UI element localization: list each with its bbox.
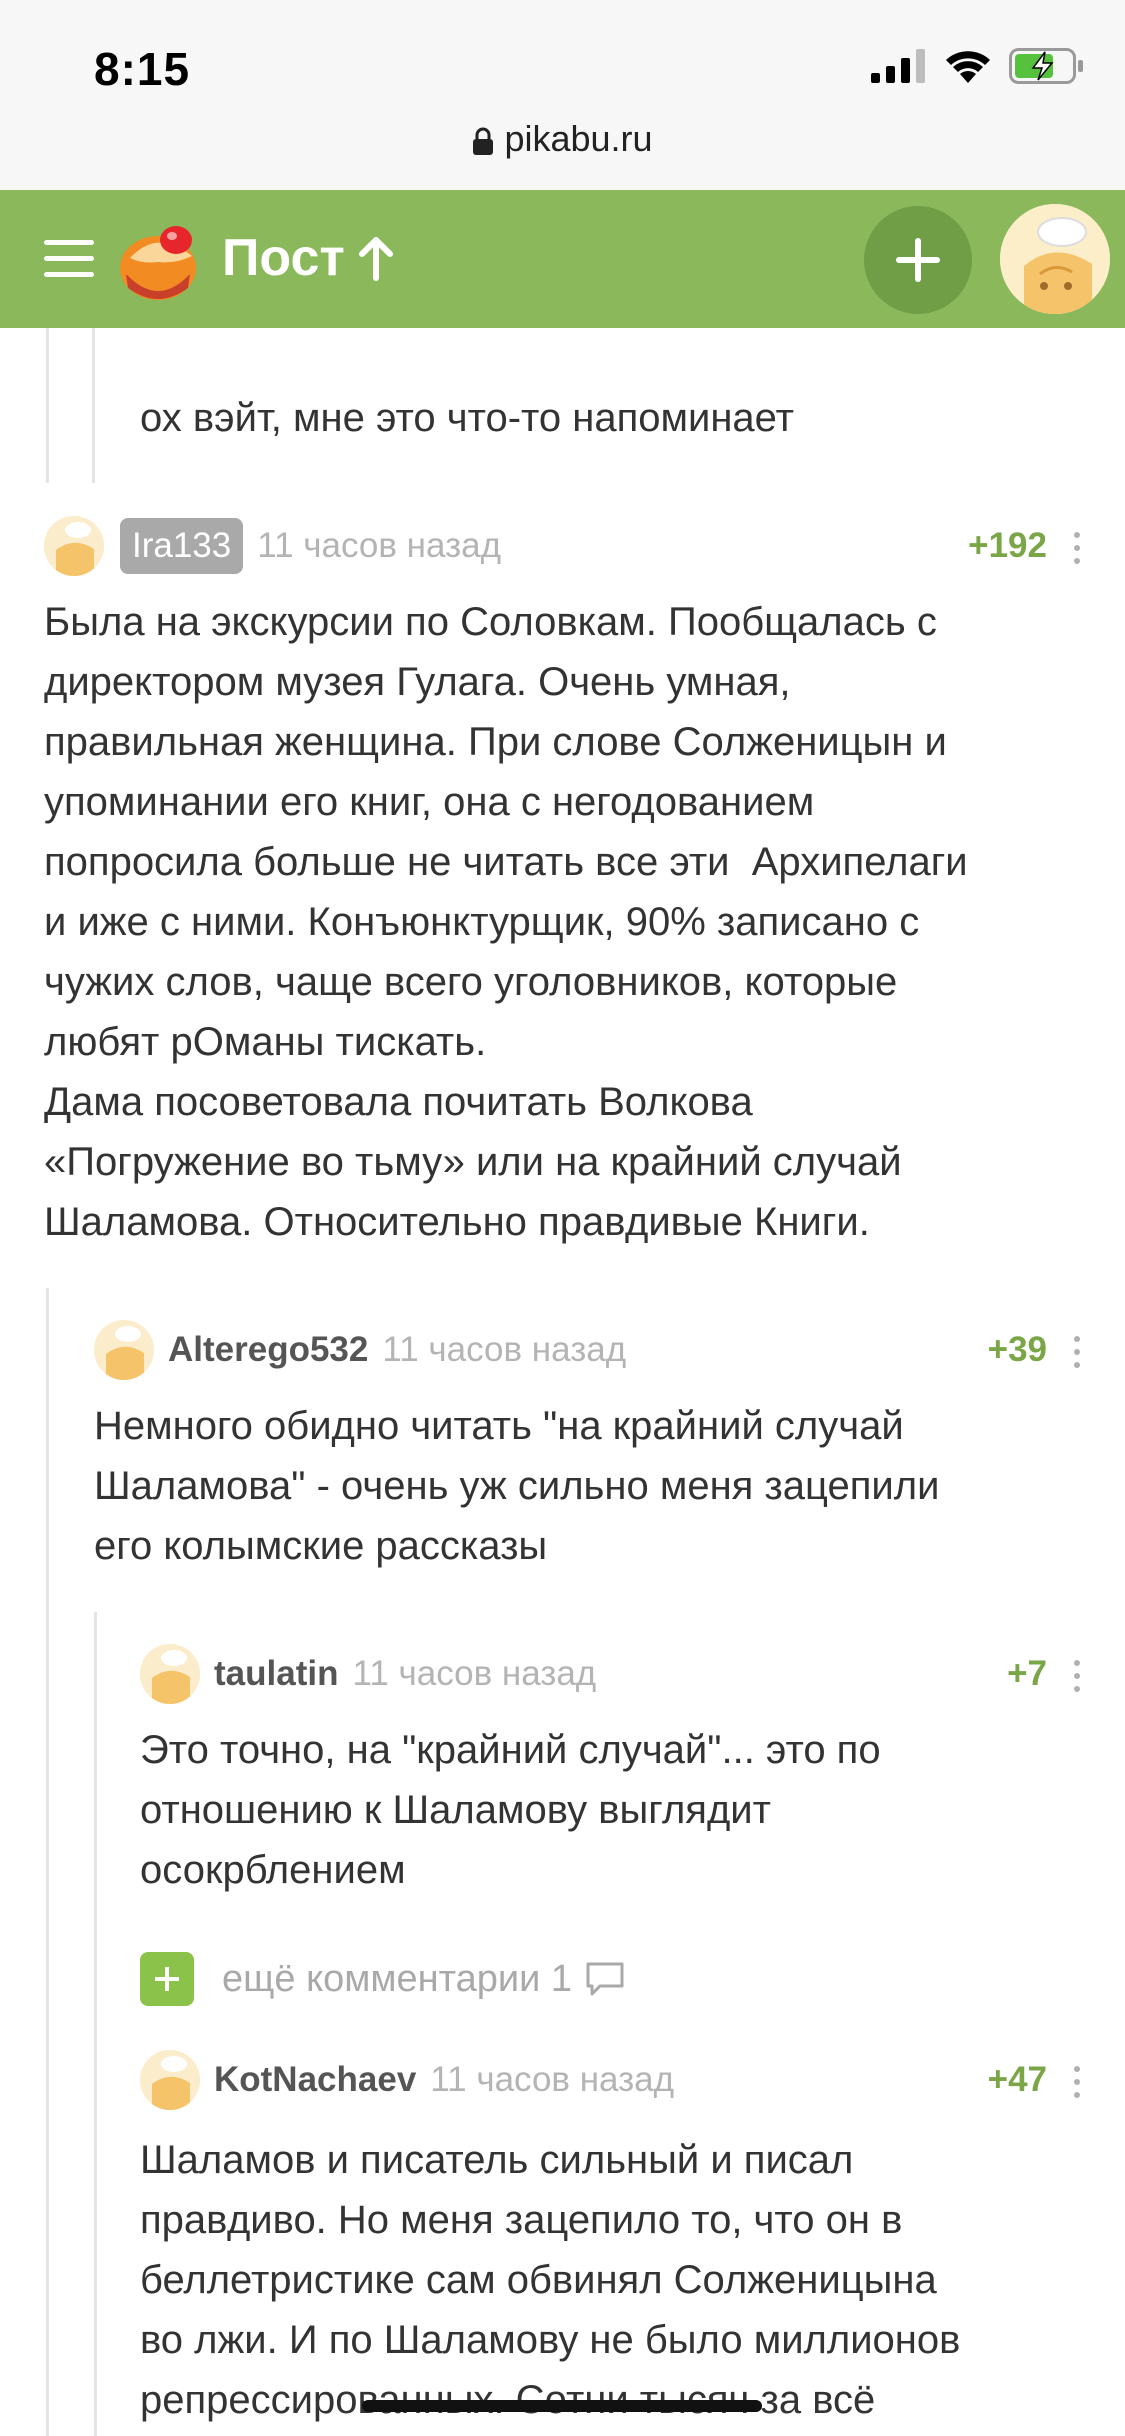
comment-text: Немного обидно читать "на крайний случай…: [94, 1404, 940, 1568]
avatar[interactable]: [140, 1644, 200, 1704]
lock-icon: [473, 128, 494, 156]
page-title: Пост: [222, 229, 345, 287]
expand-icon: [140, 1952, 194, 2006]
comment-text: Шаламов и писатель сильный и писал правд…: [140, 2138, 961, 2422]
comment-time: 11 часов назад: [382, 1330, 627, 1369]
url-text: pikabu.ru: [504, 118, 653, 159]
avatar[interactable]: [140, 2050, 200, 2110]
more-options-icon[interactable]: [1074, 1336, 1082, 1372]
comment-header: Ira133 11 часов назад: [44, 516, 501, 576]
avatar-image: [44, 516, 104, 576]
home-indicator[interactable]: [362, 2400, 762, 2412]
comment-text: Это точно, на "крайний случай"... это по…: [140, 1728, 881, 1892]
arrow-up-icon[interactable]: [356, 234, 396, 284]
thread-line: [94, 1612, 97, 2436]
comment-text: Была на экскурсии по Соловкам. Пообщалас…: [44, 600, 968, 1244]
user-avatar[interactable]: [1000, 204, 1110, 314]
thread-line: [46, 328, 49, 483]
comment-author[interactable]: Alterego532: [168, 1330, 368, 1370]
menu-icon[interactable]: [44, 240, 94, 278]
comment-rating: +39: [987, 1330, 1047, 1369]
avatar-image: [140, 1644, 200, 1704]
pikabu-logo[interactable]: [118, 218, 204, 304]
avatar[interactable]: [94, 1320, 154, 1380]
cellular-signal-icon: [871, 49, 925, 83]
comment-header: Alterego532 11 часов назад: [94, 1320, 626, 1380]
comment-rating: +7: [1007, 1654, 1047, 1693]
comment-text: ох вэйт, мне это что-то напоминает: [140, 396, 794, 440]
comment-rating: +47: [987, 2060, 1047, 2099]
thread-line: [92, 328, 95, 483]
more-comments-label: ещё комментарии 1: [222, 1957, 573, 2000]
status-icons: [871, 48, 1085, 84]
wifi-icon: [946, 51, 990, 83]
comment-author[interactable]: taulatin: [214, 1654, 338, 1694]
avatar-image: [1000, 204, 1110, 314]
comment-time: 11 часов назад: [430, 2060, 675, 2099]
comment-rating: +192: [968, 526, 1047, 565]
battery-charging-icon: [1009, 48, 1083, 84]
comment-header: KotNachaev 11 часов назад: [140, 2050, 674, 2110]
more-options-icon[interactable]: [1074, 532, 1082, 568]
add-post-button[interactable]: [864, 206, 972, 314]
app-header: Пост: [0, 190, 1125, 328]
clock: 8:15: [94, 43, 191, 95]
more-options-icon[interactable]: [1074, 1660, 1082, 1696]
avatar[interactable]: [44, 516, 104, 576]
address-bar[interactable]: pikabu.ru: [0, 118, 1125, 160]
more-options-icon[interactable]: [1074, 2066, 1082, 2102]
avatar-image: [140, 2050, 200, 2110]
more-comments-button[interactable]: ещё комментарии 1: [140, 1952, 626, 2006]
comment-header: taulatin 11 часов назад: [140, 1644, 596, 1704]
avatar-image: [94, 1320, 154, 1380]
comment-time: 11 часов назад: [352, 1654, 597, 1693]
status-bar: 8:15 pikabu.ru: [0, 0, 1125, 190]
comment-author[interactable]: KotNachaev: [214, 2060, 416, 2100]
thread-line: [46, 1288, 49, 2436]
comment-bubble-icon: [586, 1962, 624, 1996]
comment-author[interactable]: Ira133: [120, 518, 244, 574]
comment-time: 11 часов назад: [257, 526, 502, 565]
